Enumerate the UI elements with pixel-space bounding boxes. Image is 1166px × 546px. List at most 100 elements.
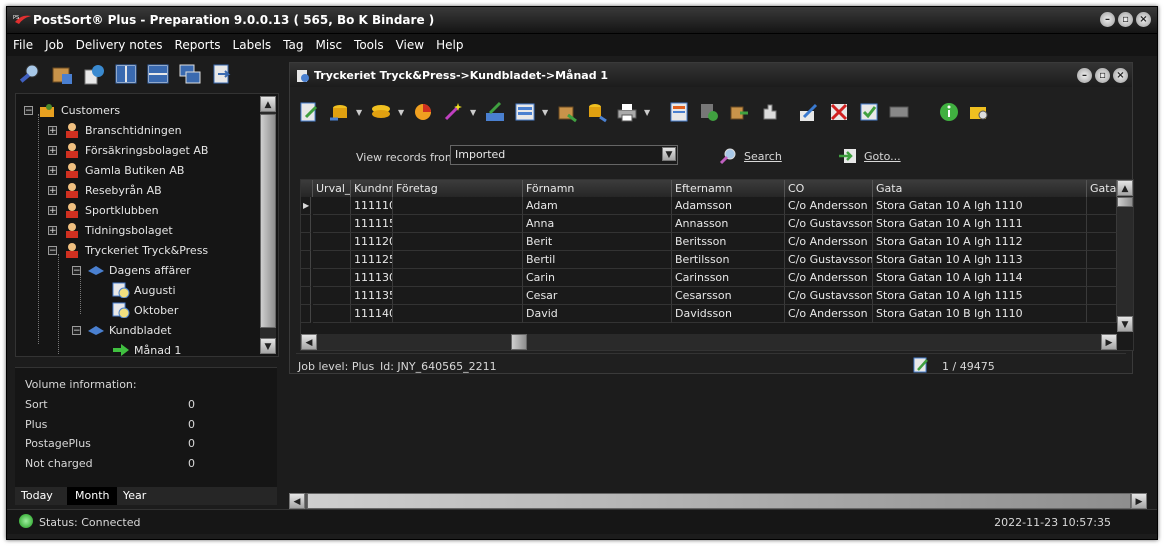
tree-subitem[interactable]: − Dagens affärer <box>72 260 191 280</box>
table-cell[interactable] <box>393 233 523 251</box>
menu-tools[interactable]: Tools <box>348 34 390 56</box>
table-cell[interactable] <box>393 197 523 215</box>
row-selector[interactable] <box>301 269 311 287</box>
menu-file[interactable]: File <box>7 34 39 56</box>
delete-icon[interactable] <box>826 99 852 125</box>
split-vertical-icon[interactable] <box>113 61 139 87</box>
coins-arrow-icon[interactable] <box>584 99 610 125</box>
search-button[interactable]: Search <box>718 147 782 165</box>
column-header[interactable]: CO <box>785 180 873 197</box>
dropdown-arrow-icon[interactable]: ▼ <box>542 108 550 117</box>
tree-subitem[interactable]: − Kundbladet <box>72 320 171 340</box>
tree-leaf[interactable]: Augusti <box>112 280 176 300</box>
table-cell[interactable]: Anna <box>523 215 672 233</box>
table-cell[interactable]: 111130 <box>351 269 393 287</box>
column-header[interactable]: Urval_ <box>313 180 351 197</box>
view-records-select[interactable]: Imported ▼ <box>450 145 678 165</box>
table-cell[interactable]: Stora Gatan 10 A lgh 1113 <box>873 251 1087 269</box>
table-cell[interactable]: 111120 <box>351 233 393 251</box>
dropdown-arrow-icon[interactable]: ▼ <box>398 108 406 117</box>
row-selector[interactable] <box>301 251 311 269</box>
table-cell[interactable] <box>313 233 351 251</box>
table-cell[interactable]: C/o Andersson <box>785 305 873 323</box>
write-icon[interactable] <box>482 99 508 125</box>
scroll-up-icon[interactable]: ▲ <box>1117 180 1133 196</box>
tab-year[interactable]: Year <box>115 487 154 505</box>
goto-button[interactable]: Goto... <box>838 147 901 165</box>
menu-job[interactable]: Job <box>39 34 70 56</box>
main-hscrollbar[interactable]: ◀ ▶ <box>289 493 1147 509</box>
magic-wand-icon[interactable] <box>440 99 466 125</box>
keyboard-icon[interactable] <box>886 99 912 125</box>
table-cell[interactable]: C/o Andersson <box>785 233 873 251</box>
table-cell[interactable]: Stora Gatan 10 A lgh 1110 <box>873 197 1087 215</box>
tree-item[interactable]: + Gamla Butiken AB <box>48 160 184 180</box>
tree-item[interactable]: + Tidningsbolaget <box>48 220 173 240</box>
box-arrow-icon[interactable] <box>726 99 752 125</box>
table-cell[interactable]: C/o Andersson <box>785 197 873 215</box>
table-cell[interactable]: C/o Andersson <box>785 269 873 287</box>
table-cell[interactable] <box>1087 251 1117 269</box>
tree-root[interactable]: − Customers <box>24 100 120 120</box>
menu-reports[interactable]: Reports <box>169 34 227 56</box>
table-cell[interactable] <box>1087 287 1117 305</box>
column-header[interactable]: Efternamn <box>672 180 785 197</box>
scroll-down-icon[interactable]: ▼ <box>260 338 276 354</box>
pie-chart-icon[interactable] <box>410 99 436 125</box>
table-cell[interactable] <box>313 305 351 323</box>
table-cell[interactable]: Carin <box>523 269 672 287</box>
column-header[interactable]: Gata <box>873 180 1087 197</box>
table-cell[interactable] <box>313 269 351 287</box>
row-selector[interactable] <box>301 287 311 305</box>
collapse-icon[interactable]: − <box>72 325 81 335</box>
dropdown-arrow-icon[interactable]: ▼ <box>470 108 478 117</box>
row-selector[interactable] <box>301 215 311 233</box>
table-cell[interactable] <box>313 251 351 269</box>
table-cell[interactable] <box>1087 197 1117 215</box>
tree-item[interactable]: + Resebyrån AB <box>48 180 162 200</box>
table-cell[interactable] <box>393 251 523 269</box>
table-cell[interactable]: Annasson <box>672 215 785 233</box>
table-cell[interactable]: Carinsson <box>672 269 785 287</box>
hand-icon[interactable] <box>756 99 782 125</box>
table-cell[interactable]: Berit <box>523 233 672 251</box>
table-cell[interactable] <box>313 197 351 215</box>
menu-misc[interactable]: Misc <box>310 34 349 56</box>
globe-icon[interactable] <box>81 61 107 87</box>
table-cell[interactable] <box>1087 233 1117 251</box>
table-cell[interactable]: Adam <box>523 197 672 215</box>
table-cell[interactable]: Bertil <box>523 251 672 269</box>
collapse-icon[interactable]: − <box>48 245 57 255</box>
table-cell[interactable]: Stora Gatan 10 A lgh 1114 <box>873 269 1087 287</box>
menu-help[interactable]: Help <box>430 34 469 56</box>
table-cell[interactable]: 111115 <box>351 215 393 233</box>
tree-item[interactable]: + Försäkringsbolaget AB <box>48 140 208 160</box>
tab-today[interactable]: Today <box>21 487 53 505</box>
restore-icon[interactable]: ▫ <box>1118 12 1133 27</box>
table-cell[interactable]: Davidsson <box>672 305 785 323</box>
expand-icon[interactable]: + <box>48 185 57 195</box>
table-cell[interactable]: Cesar <box>523 287 672 305</box>
close-icon[interactable]: × <box>1113 68 1128 83</box>
windows-icon[interactable] <box>177 61 203 87</box>
coins-icon[interactable] <box>368 99 394 125</box>
table-cell[interactable]: 111135 <box>351 287 393 305</box>
table-cell[interactable] <box>393 215 523 233</box>
menu-labels[interactable]: Labels <box>227 34 278 56</box>
expand-icon[interactable]: + <box>48 205 57 215</box>
scroll-thumb[interactable] <box>260 114 276 328</box>
column-header[interactable]: Kundnr <box>351 180 393 197</box>
column-header[interactable]: Gata <box>1087 180 1117 197</box>
tree-item[interactable]: + Branschtidningen <box>48 120 182 140</box>
tree-leaf-selected[interactable]: Månad 1 <box>112 340 181 360</box>
scroll-up-icon[interactable]: ▲ <box>260 96 276 112</box>
row-selector[interactable] <box>301 305 311 323</box>
table-cell[interactable]: Adamsson <box>672 197 785 215</box>
close-icon[interactable]: × <box>1136 12 1151 27</box>
table-cell[interactable]: C/o Gustavsson <box>785 215 873 233</box>
column-header[interactable]: Företag <box>393 180 523 197</box>
scroll-thumb[interactable] <box>307 493 1131 509</box>
scroll-thumb[interactable] <box>511 334 527 350</box>
table-cell[interactable] <box>1087 215 1117 233</box>
table-cell[interactable]: C/o Gustavsson <box>785 251 873 269</box>
